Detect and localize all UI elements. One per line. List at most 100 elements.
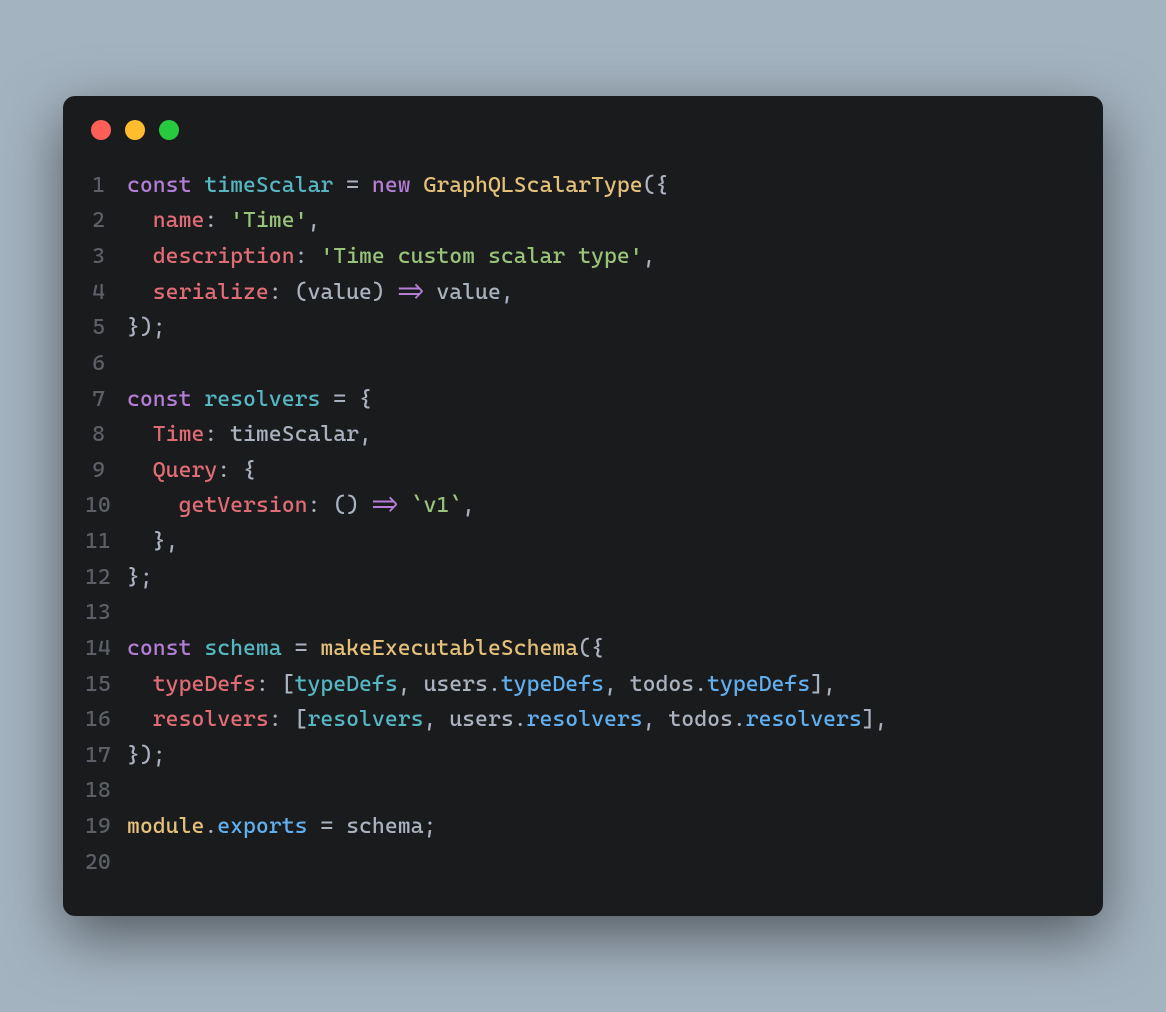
line-number: 11: [85, 524, 127, 560]
token: Time: [153, 422, 205, 447]
minimize-icon[interactable]: [125, 120, 145, 140]
line-content: serialize: (value) => value,: [127, 275, 1075, 311]
token: =: [333, 387, 346, 412]
token: module: [127, 814, 204, 839]
line-content: });: [127, 738, 1075, 774]
line-number: 6: [85, 346, 127, 382]
token: , users.: [398, 672, 501, 697]
token: exports: [217, 814, 307, 839]
line-content: },: [127, 524, 1075, 560]
token: :: [204, 208, 230, 233]
code-line: 11 },: [85, 524, 1075, 560]
token: ,: [462, 493, 475, 518]
line-content: Time: timeScalar,: [127, 417, 1075, 453]
token: ,: [307, 208, 320, 233]
token: [127, 422, 153, 447]
token: serialize: [153, 280, 269, 305]
line-content: Query: {: [127, 453, 1075, 489]
line-number: 13: [85, 595, 127, 631]
token: [127, 707, 153, 732]
token: , todos.: [604, 672, 707, 697]
token: : [: [256, 672, 295, 697]
token: [282, 636, 295, 661]
token: ],: [810, 672, 836, 697]
token: , todos.: [643, 707, 746, 732]
line-content: module.exports = schema;: [127, 809, 1075, 845]
code-line: 1const timeScalar = new GraphQLScalarTyp…: [85, 168, 1075, 204]
code-line: 2 name: 'Time',: [85, 203, 1075, 239]
maximize-icon[interactable]: [159, 120, 179, 140]
code-line: 4 serialize: (value) => value,: [85, 275, 1075, 311]
token: [333, 173, 346, 198]
token: resolvers: [153, 707, 269, 732]
token: const: [127, 173, 204, 198]
token: typeDefs: [295, 672, 398, 697]
token: description: [153, 244, 295, 269]
token: new: [372, 173, 411, 198]
token: : (): [307, 493, 371, 518]
code-line: 7const resolvers = {: [85, 382, 1075, 418]
line-content: [127, 773, 1075, 809]
line-content: });: [127, 310, 1075, 346]
token: :: [295, 244, 321, 269]
line-content: description: 'Time custom scalar type',: [127, 239, 1075, 275]
token: : (: [269, 280, 308, 305]
token: : timeScalar,: [204, 422, 372, 447]
line-number: 12: [85, 560, 127, 596]
token: {: [346, 387, 372, 412]
line-content: name: 'Time',: [127, 203, 1075, 239]
token: .: [204, 814, 217, 839]
token: ): [372, 280, 398, 305]
line-number: 16: [85, 702, 127, 738]
line-number: 10: [85, 488, 127, 524]
code-editor[interactable]: 1const timeScalar = new GraphQLScalarTyp…: [63, 160, 1103, 889]
token: [127, 280, 153, 305]
line-number: 4: [85, 275, 127, 311]
code-window: 1const timeScalar = new GraphQLScalarTyp…: [63, 96, 1103, 917]
code-line: 16 resolvers: [resolvers, users.resolver…: [85, 702, 1075, 738]
token: : [: [269, 707, 308, 732]
code-line: 19module.exports = schema;: [85, 809, 1075, 845]
token: GraphQLScalarType: [423, 173, 642, 198]
token: resolvers: [527, 707, 643, 732]
token: const: [127, 636, 204, 661]
token: , users.: [423, 707, 526, 732]
line-number: 3: [85, 239, 127, 275]
token: typeDefs: [153, 672, 256, 697]
line-number: 20: [85, 845, 127, 881]
token: =>: [372, 493, 398, 518]
code-line: 18: [85, 773, 1075, 809]
code-line: 5});: [85, 310, 1075, 346]
token: name: [153, 208, 205, 233]
token: });: [127, 315, 166, 340]
line-content: const resolvers = {: [127, 382, 1075, 418]
token: ({: [643, 173, 669, 198]
close-icon[interactable]: [91, 120, 111, 140]
line-content: const schema = makeExecutableSchema({: [127, 631, 1075, 667]
token: : {: [217, 458, 256, 483]
token: =: [295, 636, 308, 661]
code-line: 15 typeDefs: [typeDefs, users.typeDefs, …: [85, 667, 1075, 703]
token: resolvers: [746, 707, 862, 732]
line-number: 19: [85, 809, 127, 845]
token: ({: [578, 636, 604, 661]
line-number: 15: [85, 667, 127, 703]
token: [411, 173, 424, 198]
token: [398, 493, 411, 518]
code-line: 17});: [85, 738, 1075, 774]
token: 'Time': [230, 208, 307, 233]
code-line: 9 Query: {: [85, 453, 1075, 489]
code-line: 10 getVersion: () => `v1`,: [85, 488, 1075, 524]
line-number: 17: [85, 738, 127, 774]
token: [307, 814, 320, 839]
token: timeScalar: [204, 173, 333, 198]
token: [127, 208, 153, 233]
code-line: 12};: [85, 560, 1075, 596]
token: [127, 493, 179, 518]
token: getVersion: [179, 493, 308, 518]
token: [320, 387, 333, 412]
token: ],: [862, 707, 888, 732]
token: const: [127, 387, 204, 412]
code-line: 14const schema = makeExecutableSchema({: [85, 631, 1075, 667]
line-number: 7: [85, 382, 127, 418]
